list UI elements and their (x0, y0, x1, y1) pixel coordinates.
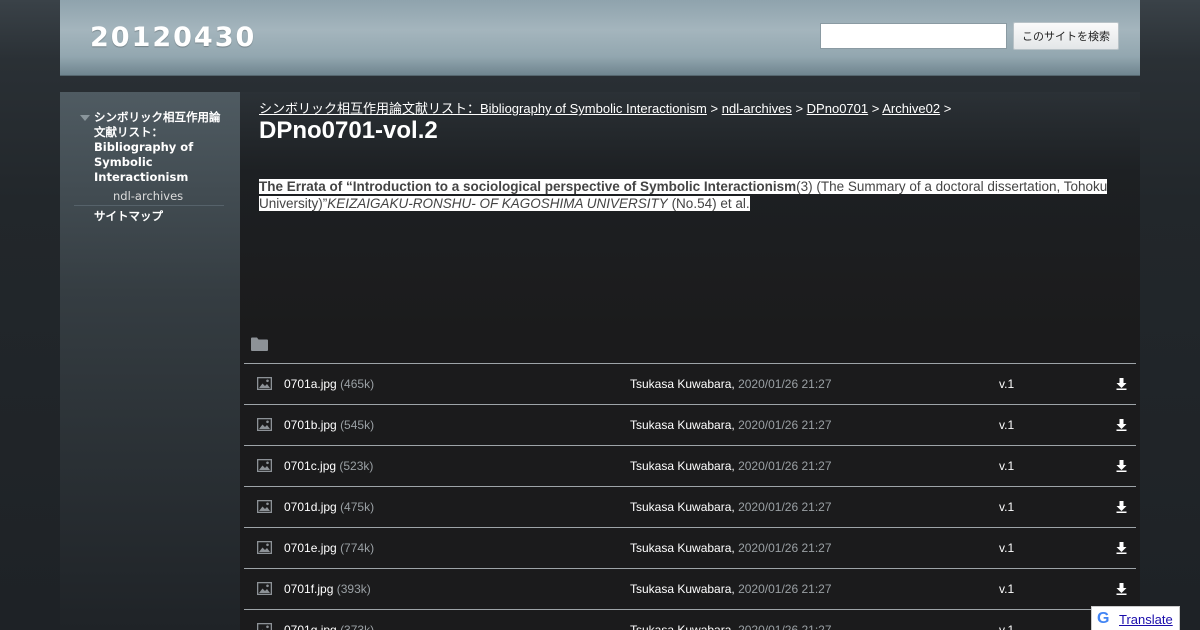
breadcrumb-separator: > (710, 101, 719, 116)
file-size: (523k) (339, 459, 374, 473)
file-size: (393k) (336, 582, 371, 596)
file-link[interactable]: 0701d.jpg (284, 500, 337, 514)
file-link[interactable]: 0701e.jpg (284, 541, 337, 555)
page-description: The Errata of “Introduction to a sociolo… (259, 178, 1117, 212)
file-date: 2020/01/26 21:27 (738, 459, 832, 473)
image-icon (256, 581, 273, 598)
file-row: 0701d.jpg (475k) Tsukasa Kuwabara, 2020/0… (244, 486, 1136, 527)
download-icon[interactable] (1116, 501, 1127, 516)
file-row: 0701g.jpg (373k) Tsukasa Kuwabara, 2020/0… (244, 609, 1136, 630)
site-header: 20120430 このサイトを検索 (60, 0, 1140, 76)
search-input[interactable] (820, 23, 1007, 49)
file-row: 0701b.jpg (545k) Tsukasa Kuwabara, 2020/0… (244, 404, 1136, 445)
download-icon[interactable] (1116, 460, 1127, 475)
file-link[interactable]: 0701a.jpg (284, 377, 337, 391)
file-size: (465k) (340, 377, 375, 391)
download-icon[interactable] (1116, 583, 1127, 598)
file-size: (545k) (340, 418, 375, 432)
image-icon (256, 499, 273, 516)
google-translate-widget[interactable]: G Translate (1091, 606, 1180, 630)
breadcrumb-link-bibliography[interactable]: シンボリック相互作用論文献リスト：Bibliography of Symboli… (259, 101, 707, 116)
download-icon[interactable] (1116, 542, 1127, 557)
main-content: シンボリック相互作用論文献リスト：Bibliography of Symboli… (240, 92, 1140, 630)
description-title: The Errata of “Introduction to a sociolo… (259, 179, 797, 194)
sidebar-divider (74, 205, 224, 206)
file-version[interactable]: v.1 (999, 418, 1014, 432)
sidebar-item-sitemap[interactable]: サイトマップ (94, 208, 163, 224)
file-date: 2020/01/26 21:27 (738, 418, 832, 432)
sidebar-item-ndl-archives[interactable]: ndl-archives (113, 189, 183, 203)
image-icon (256, 458, 273, 475)
file-link[interactable]: 0701f.jpg (284, 582, 333, 596)
file-date: 2020/01/26 21:27 (738, 623, 832, 630)
file-version[interactable]: v.1 (999, 541, 1014, 555)
file-link[interactable]: 0701g.jpg (284, 623, 337, 630)
expand-arrow-icon[interactable] (80, 115, 90, 121)
file-author: Tsukasa Kuwabara, (630, 582, 735, 596)
image-icon (256, 417, 273, 434)
search-button[interactable]: このサイトを検索 (1013, 22, 1119, 50)
breadcrumb-separator: > (943, 101, 952, 116)
file-author: Tsukasa Kuwabara, (630, 459, 735, 473)
file-row: 0701e.jpg (774k) Tsukasa Kuwabara, 2020/0… (244, 527, 1136, 568)
breadcrumb-link-dpno0701[interactable]: DPno0701 (807, 101, 868, 116)
file-author: Tsukasa Kuwabara, (630, 377, 735, 391)
file-author: Tsukasa Kuwabara, (630, 541, 735, 555)
breadcrumb: シンボリック相互作用論文献リスト：Bibliography of Symboli… (259, 98, 951, 117)
file-link[interactable]: 0701b.jpg (284, 418, 337, 432)
file-size: (475k) (340, 500, 375, 514)
description-tail: (No.54) et al. (667, 196, 750, 211)
file-row: 0701f.jpg (393k) Tsukasa Kuwabara, 2020/0… (244, 568, 1136, 609)
sidebar-item-bibliography[interactable]: シンボリック相互作用論文献リスト：Bibliography of Symboli… (94, 110, 224, 185)
file-version[interactable]: v.1 (999, 459, 1014, 473)
download-icon[interactable] (1116, 378, 1127, 393)
file-version[interactable]: v.1 (999, 623, 1014, 630)
file-version[interactable]: v.1 (999, 500, 1014, 514)
download-icon[interactable] (1116, 419, 1127, 434)
file-list: 0701a.jpg (465k) Tsukasa Kuwabara, 2020/0… (244, 363, 1136, 630)
file-version[interactable]: v.1 (999, 377, 1014, 391)
file-row: 0701c.jpg (523k) Tsukasa Kuwabara, 2020/0… (244, 445, 1136, 486)
breadcrumb-separator: > (795, 101, 804, 116)
file-author: Tsukasa Kuwabara, (630, 500, 735, 514)
image-icon (256, 376, 273, 393)
folder-icon (251, 337, 268, 356)
file-date: 2020/01/26 21:27 (738, 500, 832, 514)
file-date: 2020/01/26 21:27 (738, 541, 832, 555)
breadcrumb-link-archive02[interactable]: Archive02 (882, 101, 940, 116)
breadcrumb-link-ndl-archives[interactable]: ndl-archives (722, 101, 792, 116)
breadcrumb-separator: > (871, 101, 880, 116)
file-link[interactable]: 0701c.jpg (284, 459, 336, 473)
file-row: 0701a.jpg (465k) Tsukasa Kuwabara, 2020/0… (244, 363, 1136, 404)
sidebar: シンボリック相互作用論文献リスト：Bibliography of Symboli… (60, 92, 240, 630)
google-icon: G (1097, 610, 1110, 627)
translate-link[interactable]: Translate (1119, 612, 1173, 627)
description-journal: KEIZAIGAKU-RONSHU- OF KAGOSHIMA UNIVERSI… (327, 196, 668, 211)
file-author: Tsukasa Kuwabara, (630, 418, 735, 432)
file-size: (373k) (340, 623, 375, 630)
image-icon (256, 540, 273, 557)
file-size: (774k) (340, 541, 375, 555)
image-icon (256, 622, 273, 630)
page-title: DPno0701-vol.2 (259, 117, 438, 144)
file-date: 2020/01/26 21:27 (738, 377, 832, 391)
file-version[interactable]: v.1 (999, 582, 1014, 596)
file-date: 2020/01/26 21:27 (738, 582, 832, 596)
file-author: Tsukasa Kuwabara, (630, 623, 735, 630)
site-title[interactable]: 20120430 (90, 22, 256, 53)
